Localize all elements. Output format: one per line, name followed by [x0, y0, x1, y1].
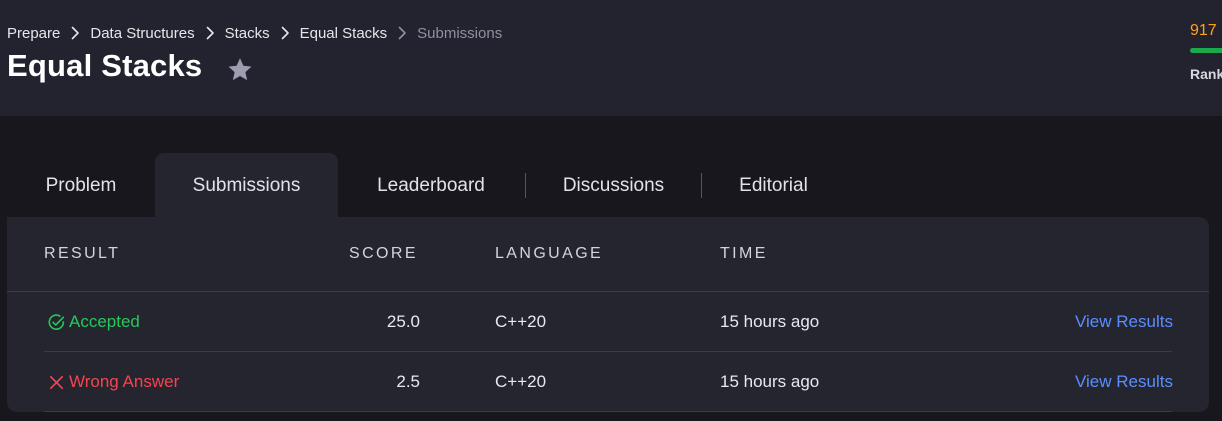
- page-header: Prepare Data Structures Stacks Equal Sta…: [0, 0, 1222, 116]
- result-cell: Wrong Answer: [47, 352, 179, 412]
- table-row: Wrong Answer 2.5 C++20 15 hours ago View…: [7, 352, 1209, 412]
- tab-discussions[interactable]: Discussions: [526, 153, 701, 217]
- tab-editorial[interactable]: Editorial: [702, 153, 845, 217]
- page-title: Equal Stacks: [7, 48, 203, 83]
- row-divider: [44, 411, 1172, 412]
- header-language: LANGUAGE: [495, 245, 604, 262]
- rank-label: Rank: [1190, 66, 1222, 82]
- star-icon[interactable]: [225, 55, 255, 85]
- breadcrumb-data-structures[interactable]: Data Structures: [90, 25, 194, 42]
- result-cell: Accepted: [47, 292, 140, 352]
- breadcrumb-prepare[interactable]: Prepare: [7, 25, 60, 42]
- breadcrumb-current: Submissions: [417, 24, 503, 42]
- breadcrumb-equal-stacks[interactable]: Equal Stacks: [300, 25, 388, 42]
- breadcrumb-stacks[interactable]: Stacks: [225, 25, 270, 42]
- language-cell: C++20: [495, 372, 547, 391]
- close-icon: [47, 373, 66, 392]
- score-cell: 25.0: [386, 312, 420, 331]
- chevron-right-icon: [66, 24, 84, 42]
- tab-bar: Problem Submissions Leaderboard Discussi…: [7, 153, 907, 217]
- result-label: Wrong Answer: [69, 372, 180, 391]
- tab-problem[interactable]: Problem: [7, 153, 155, 217]
- header-score: SCORE: [349, 245, 418, 262]
- rank-progress-bar: [1190, 48, 1222, 53]
- submissions-table: RESULT SCORE LANGUAGE TIME Accepted 25.0…: [7, 217, 1209, 412]
- check-circle-icon: [47, 313, 66, 332]
- breadcrumb: Prepare Data Structures Stacks Equal Sta…: [7, 24, 502, 42]
- result-label: Accepted: [69, 312, 140, 331]
- time-cell: 15 hours ago: [720, 372, 820, 391]
- score-cell: 2.5: [396, 372, 420, 391]
- language-cell: C++20: [495, 312, 547, 331]
- rank-score: 917: [1190, 22, 1217, 39]
- time-cell: 15 hours ago: [720, 312, 820, 331]
- tab-leaderboard[interactable]: Leaderboard: [338, 153, 524, 217]
- header-time: TIME: [720, 245, 768, 262]
- tab-submissions[interactable]: Submissions: [155, 153, 338, 217]
- chevron-right-icon: [393, 24, 411, 42]
- chevron-right-icon: [201, 24, 219, 42]
- view-results-link[interactable]: View Results: [1075, 352, 1173, 412]
- header-result: RESULT: [44, 245, 121, 262]
- view-results-link[interactable]: View Results: [1075, 292, 1173, 352]
- table-row: Accepted 25.0 C++20 15 hours ago View Re…: [7, 292, 1209, 352]
- chevron-right-icon: [276, 24, 294, 42]
